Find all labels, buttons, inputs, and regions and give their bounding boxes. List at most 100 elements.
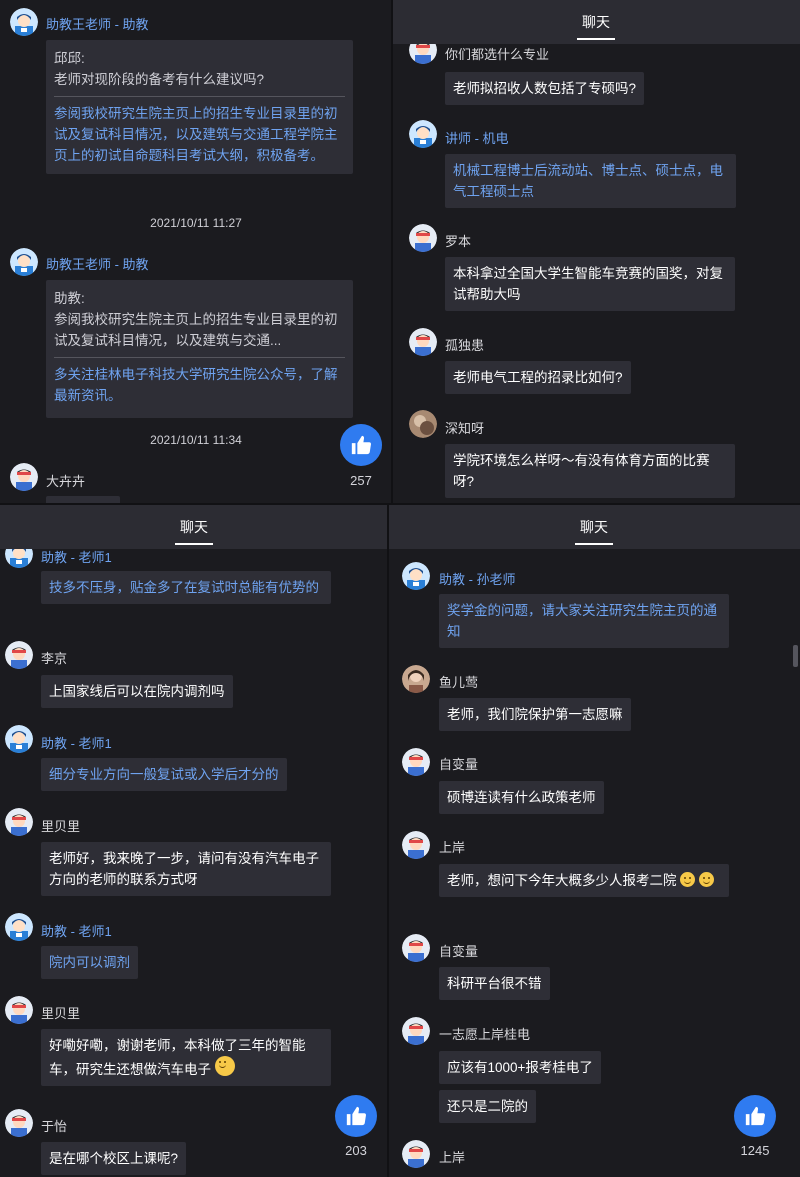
sender-name: 大卉卉 [46, 474, 86, 489]
sender-name: 自变量 [439, 944, 479, 959]
user-avatar-icon[interactable] [409, 224, 437, 252]
sender-name: 助教王老师 - 助教 [46, 257, 149, 272]
quoted-text: 老师对现阶段的备考有什么建议吗? [54, 72, 265, 87]
user-avatar-icon[interactable] [402, 831, 430, 859]
like-button[interactable] [335, 1095, 377, 1137]
sender-name: 李京 [41, 651, 68, 666]
user-avatar-icon[interactable] [10, 463, 38, 491]
reply-text: 参阅我校研究生院主页上的招生专业目录里的初试及复试科目情况，以及建筑与交通工程学… [54, 106, 338, 163]
sender-name: 自变量 [439, 757, 479, 772]
message-bubble: 硕博连读有什么政策老师 [439, 781, 604, 814]
message-bubble: 老师电气工程的招录比如何? [445, 361, 631, 394]
thumbs-up-icon [351, 435, 371, 455]
user-avatar-icon[interactable] [402, 934, 430, 962]
sender-name: 助教 - 孙老师 [439, 572, 516, 587]
message-bubble: 技多不压身，贴金多了在复试时总能有优势的 [41, 571, 331, 604]
chat-panel-4: 聊天 助教 - 孙老师 奖学金的问题，请大家关注研究生院主页的通知 鱼儿莺 老师… [388, 505, 800, 1177]
message-text: 老师，想问下今年大概多少人报考二院 [447, 873, 677, 888]
user-avatar-icon[interactable] [409, 328, 437, 356]
message-bubble: 奖学金的问题，请大家关注研究生院主页的通知 [439, 594, 729, 648]
active-tab-indicator [577, 38, 615, 40]
assistant-avatar-icon[interactable] [10, 248, 38, 276]
message-bubble: 上国家线后可以在院内调剂吗 [41, 675, 233, 708]
sender-name: 于怡 [41, 1119, 68, 1134]
sender-name: 一志愿上岸桂电 [439, 1027, 531, 1042]
sender-name: 鱼儿莺 [439, 675, 479, 690]
message-text: 你们都选什么专业 [445, 47, 550, 62]
sender-name: 助教 - 老师1 [41, 736, 112, 751]
chat-panel-2: 你们都选什么专业 老师拟招收人数包括了专硕吗? 讲师 - 机电 机械工程博士后流… [392, 0, 800, 503]
message-bubble: 还只是二院的 [439, 1090, 536, 1123]
quote-divider [54, 96, 345, 97]
message-bubble [46, 496, 120, 503]
chat-header: 聊天 [392, 0, 800, 44]
chat-panel-1: 助教王老师 - 助教 邱邱: 老师对现阶段的备考有什么建议吗? 参阅我校研究生院… [0, 0, 392, 503]
user-avatar-icon[interactable] [5, 641, 33, 669]
user-avatar-icon[interactable] [5, 1109, 33, 1137]
assistant-avatar-icon[interactable] [5, 913, 33, 941]
sender-name: 孤独患 [445, 338, 485, 353]
assistant-avatar-icon[interactable] [409, 120, 437, 148]
sender-name: 讲师 - 机电 [445, 131, 509, 146]
like-button[interactable] [340, 424, 382, 466]
message-bubble: 细分专业方向一般复试或入学后才分的 [41, 758, 287, 791]
quoted-sender: 助教: [54, 291, 85, 306]
chat-tab-title[interactable]: 聊天 [392, 12, 800, 32]
chat-panel-3: 助教 - 老师1 技多不压身，贴金多了在复试时总能有优势的 李京 上国家线后可以… [0, 505, 388, 1177]
message-bubble: 老师，我们院保护第一志愿嘛 [439, 698, 631, 731]
user-avatar-icon[interactable] [5, 996, 33, 1024]
quote-divider [54, 357, 345, 358]
message-text: 好嘞好嘞，谢谢老师，本科做了三年的智能车，研究生还想做汽车电子 [49, 1038, 306, 1077]
thumbs-up-icon [745, 1106, 765, 1126]
like-count: 257 [350, 473, 372, 488]
sender-name: 里贝里 [41, 819, 81, 834]
chat-tab-title[interactable]: 聊天 [0, 517, 388, 537]
active-tab-indicator [575, 543, 613, 545]
message-bubble: 学院环境怎么样呀～有没有体育方面的比赛呀? [445, 444, 735, 498]
panel-divider [391, 0, 393, 503]
user-photo-avatar-icon[interactable] [402, 665, 430, 693]
like-count: 203 [345, 1143, 367, 1158]
message-bubble: 老师拟招收人数包括了专硕吗? [445, 72, 645, 105]
chat-header: 聊天 [388, 505, 800, 549]
sender-name: 深知呀 [445, 421, 485, 436]
scrollbar-thumb[interactable] [793, 645, 798, 667]
thumbs-up-icon [346, 1106, 366, 1126]
assistant-avatar-icon[interactable] [5, 725, 33, 753]
panel-divider [0, 503, 800, 505]
smiley-emoji-icon [680, 872, 696, 887]
quoted-sender: 邱邱: [54, 51, 85, 66]
assistant-avatar-icon[interactable] [10, 8, 38, 36]
message-bubble: 好嘞好嘞，谢谢老师，本科做了三年的智能车，研究生还想做汽车电子 [41, 1029, 331, 1086]
panel-divider [387, 505, 389, 1177]
message-bubble: 是在哪个校区上课呢? [41, 1142, 187, 1175]
sender-name: 上岸 [439, 1150, 466, 1165]
reply-text: 多关注桂林电子科技大学研究生院公众号，了解最新资讯。 [54, 367, 338, 403]
message-bubble: 老师好，我来晚了一步，请问有没有汽车电子方向的老师的联系方式呀 [41, 842, 331, 896]
user-avatar-icon[interactable] [5, 808, 33, 836]
laughing-emoji-icon [214, 1056, 235, 1076]
assistant-avatar-icon[interactable] [402, 562, 430, 590]
sender-name: 罗本 [445, 234, 472, 249]
quoted-text: 参阅我校研究生院主页上的招生专业目录里的初试及复试科目情况，以及建筑与交通... [54, 312, 338, 348]
message-bubble: 科研平台很不错 [439, 967, 550, 1000]
timestamp: 2021/10/11 11:27 [150, 216, 242, 230]
message-bubble: 老师，想问下今年大概多少人报考二院 [439, 864, 729, 897]
quoted-reply-bubble: 助教: 参阅我校研究生院主页上的招生专业目录里的初试及复试科目情况，以及建筑与交… [46, 280, 353, 418]
user-avatar-icon[interactable] [402, 1140, 430, 1168]
message-bubble: 机械工程博士后流动站、博士点、硕士点，电气工程硕士点 [445, 154, 736, 208]
user-photo-avatar-icon[interactable] [409, 410, 437, 438]
message-bubble: 本科拿过全国大学生智能车竞赛的国奖，对复试帮助大吗 [445, 257, 735, 311]
chat-header: 聊天 [0, 505, 388, 549]
user-avatar-icon[interactable] [402, 1017, 430, 1045]
sender-name: 助教 - 老师1 [41, 550, 112, 565]
quoted-reply-bubble: 邱邱: 老师对现阶段的备考有什么建议吗? 参阅我校研究生院主页上的招生专业目录里… [46, 40, 353, 174]
like-button[interactable] [734, 1095, 776, 1137]
timestamp: 2021/10/11 11:34 [150, 433, 242, 447]
sender-name: 助教 - 老师1 [41, 924, 112, 939]
chat-tab-title[interactable]: 聊天 [388, 517, 800, 537]
smiley-emoji-icon [699, 872, 715, 887]
user-avatar-icon[interactable] [402, 748, 430, 776]
active-tab-indicator [175, 543, 213, 545]
sender-name: 助教王老师 - 助教 [46, 17, 149, 32]
